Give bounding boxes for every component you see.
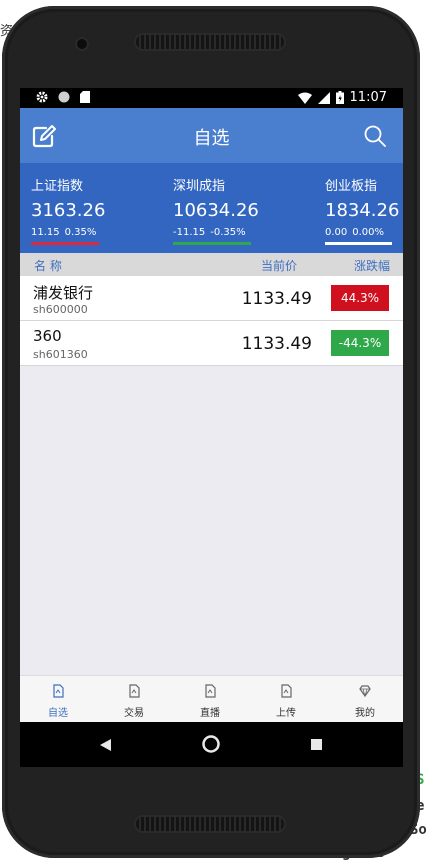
clock-time: 11:07 [349, 90, 387, 105]
sd-card-icon [80, 91, 90, 103]
column-price-header[interactable]: 当前价 [261, 257, 297, 274]
index-name: 创业板指 [325, 179, 378, 194]
wifi-icon [297, 92, 312, 104]
stock-code: sh601360 [33, 348, 88, 361]
tab-label: 我的 [355, 708, 375, 719]
page-title: 自选 [193, 128, 230, 149]
index-card-shenzhen[interactable]: 深圳成指 10634.26 -11.15 -0.35% [173, 175, 259, 245]
front-camera [77, 39, 87, 49]
index-name: 上证指数 [31, 179, 84, 194]
index-change: -11.15 -0.35% [173, 227, 251, 238]
tab-label: 交易 [124, 708, 144, 719]
index-trend-bar [325, 242, 392, 245]
tab-upload[interactable]: 上传 [248, 676, 324, 723]
column-change-header[interactable]: 涨跌幅 [354, 257, 390, 274]
tab-watchlist[interactable]: 自选 [20, 676, 96, 723]
stock-code: sh600000 [33, 303, 88, 316]
index-trend-bar [31, 242, 99, 245]
bottom-speaker [136, 817, 284, 831]
tab-label: 直播 [200, 708, 220, 719]
phone-screen: 11:07 自选 上证指数 3163.26 11.15 0.35% 深圳成指 10… [20, 88, 403, 767]
settings-gear-icon [36, 91, 48, 103]
market-index-panel: 上证指数 3163.26 11.15 0.35% 深圳成指 10634.26 -1… [20, 163, 403, 253]
stock-price: 1133.49 [241, 289, 312, 309]
tab-trade[interactable]: 交易 [96, 676, 172, 723]
app-bar: 自选 [20, 108, 403, 163]
back-icon[interactable] [100, 739, 111, 751]
index-change-points: 11.15 [31, 227, 60, 238]
index-trend-bar [173, 242, 251, 245]
index-change-points: 0.00 [325, 227, 348, 238]
stock-change-badge: -44.3% [331, 330, 389, 356]
index-card-chinext[interactable]: 创业板指 1834.26 0.00 0.00% [325, 175, 400, 245]
profile-icon [359, 685, 371, 698]
watchlist-icon [53, 684, 64, 698]
index-change-points: -11.15 [173, 227, 206, 238]
column-header: 名 称 当前价 涨跌幅 [20, 253, 403, 276]
index-value: 1834.26 [325, 200, 400, 221]
tab-profile[interactable]: 我的 [327, 676, 403, 723]
tab-live[interactable]: 直播 [172, 676, 248, 723]
upload-icon [281, 684, 292, 698]
trade-icon [129, 684, 140, 698]
search-icon[interactable] [363, 124, 387, 148]
stock-name: 360 [33, 327, 62, 345]
system-nav-bar [20, 722, 403, 767]
tab-label: 上传 [276, 708, 296, 719]
stock-row[interactable]: 浦发银行 sh600000 1133.49 44.3% [20, 276, 403, 321]
cell-signal-icon [317, 91, 330, 104]
recents-icon[interactable] [311, 739, 322, 750]
index-change: 0.00 0.00% [325, 227, 392, 238]
index-card-shanghai[interactable]: 上证指数 3163.26 11.15 0.35% [31, 175, 106, 245]
status-bar: 11:07 [20, 88, 403, 108]
live-icon [205, 684, 216, 698]
stock-change-badge: 44.3% [331, 285, 389, 311]
index-name: 深圳成指 [173, 179, 226, 194]
stock-row[interactable]: 360 sh601360 1133.49 -44.3% [20, 321, 403, 366]
bottom-tab-bar: 自选 交易 直播 上传 我的 [20, 675, 403, 723]
index-change-percent: 0.35% [64, 227, 97, 238]
column-name-header[interactable]: 名 称 [34, 257, 62, 274]
home-icon[interactable] [201, 734, 221, 754]
sync-circle-icon [58, 91, 70, 103]
index-change-percent: 0.00% [352, 227, 385, 238]
stock-name: 浦发银行 [33, 284, 94, 302]
stock-price: 1133.49 [241, 334, 312, 354]
top-speaker [136, 35, 284, 49]
index-value: 10634.26 [173, 200, 259, 221]
index-change-percent: -0.35% [210, 227, 246, 238]
tab-label: 自选 [48, 708, 68, 719]
index-value: 3163.26 [31, 200, 106, 221]
battery-icon [335, 91, 344, 104]
index-change: 11.15 0.35% [31, 227, 99, 238]
